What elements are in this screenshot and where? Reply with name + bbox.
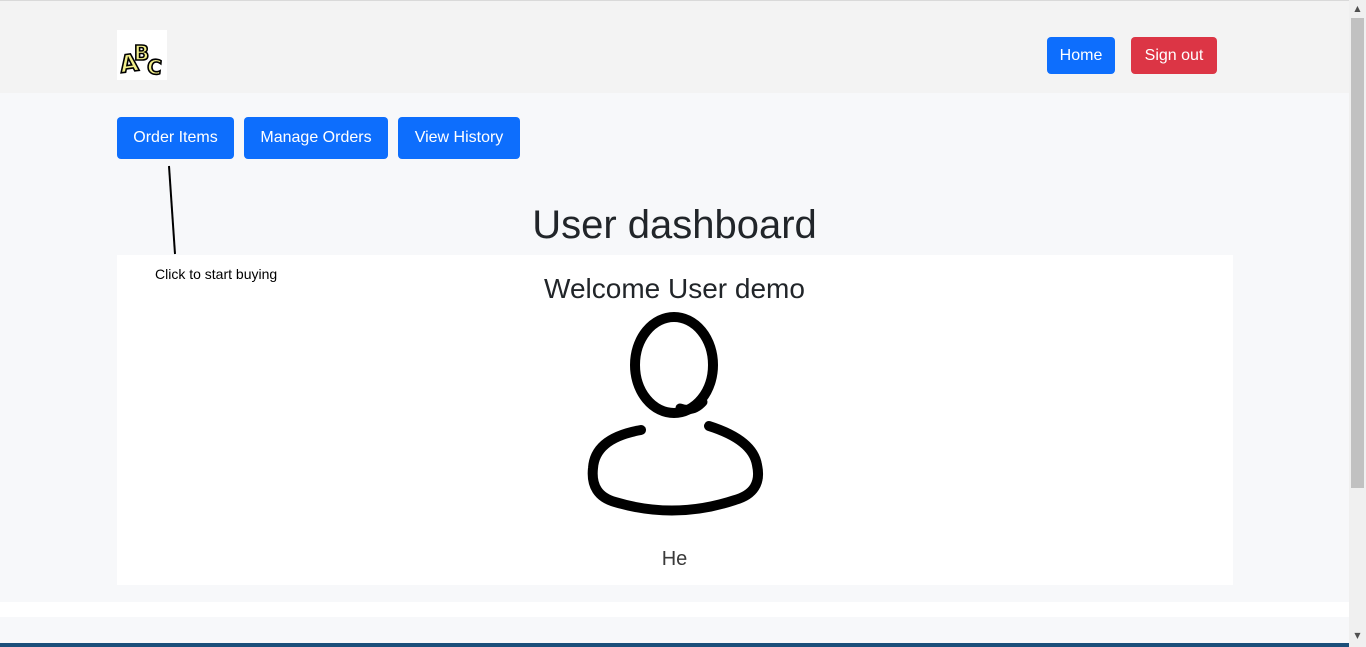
scroll-up-arrow-icon[interactable]: ▲: [1349, 0, 1366, 17]
browser-viewport: A B C Home Sign out Order Items Manage O…: [0, 0, 1349, 647]
abc-logo-icon: A B C: [117, 30, 167, 80]
view-history-button[interactable]: View History: [398, 117, 520, 159]
svg-text:C: C: [146, 54, 163, 79]
home-button[interactable]: Home: [1047, 37, 1115, 74]
taskbar-edge: [0, 643, 1349, 647]
sign-out-button[interactable]: Sign out: [1131, 37, 1217, 74]
welcome-heading: Welcome User demo: [544, 273, 805, 304]
scrollbar-thumb[interactable]: [1351, 18, 1364, 488]
order-items-button[interactable]: Order Items: [117, 117, 234, 159]
navbar: A B C Home Sign out: [0, 1, 1349, 93]
scroll-down-arrow-icon[interactable]: ▼: [1349, 627, 1366, 644]
page-title: User dashboard: [532, 203, 817, 247]
footer-spacer: [0, 602, 1349, 617]
user-silhouette-icon: [587, 312, 763, 516]
annotation-pointer-line: [168, 165, 176, 255]
manage-orders-button[interactable]: Manage Orders: [244, 117, 388, 159]
user-bio-text: He: [661, 548, 688, 570]
brand-logo[interactable]: A B C: [117, 30, 167, 80]
